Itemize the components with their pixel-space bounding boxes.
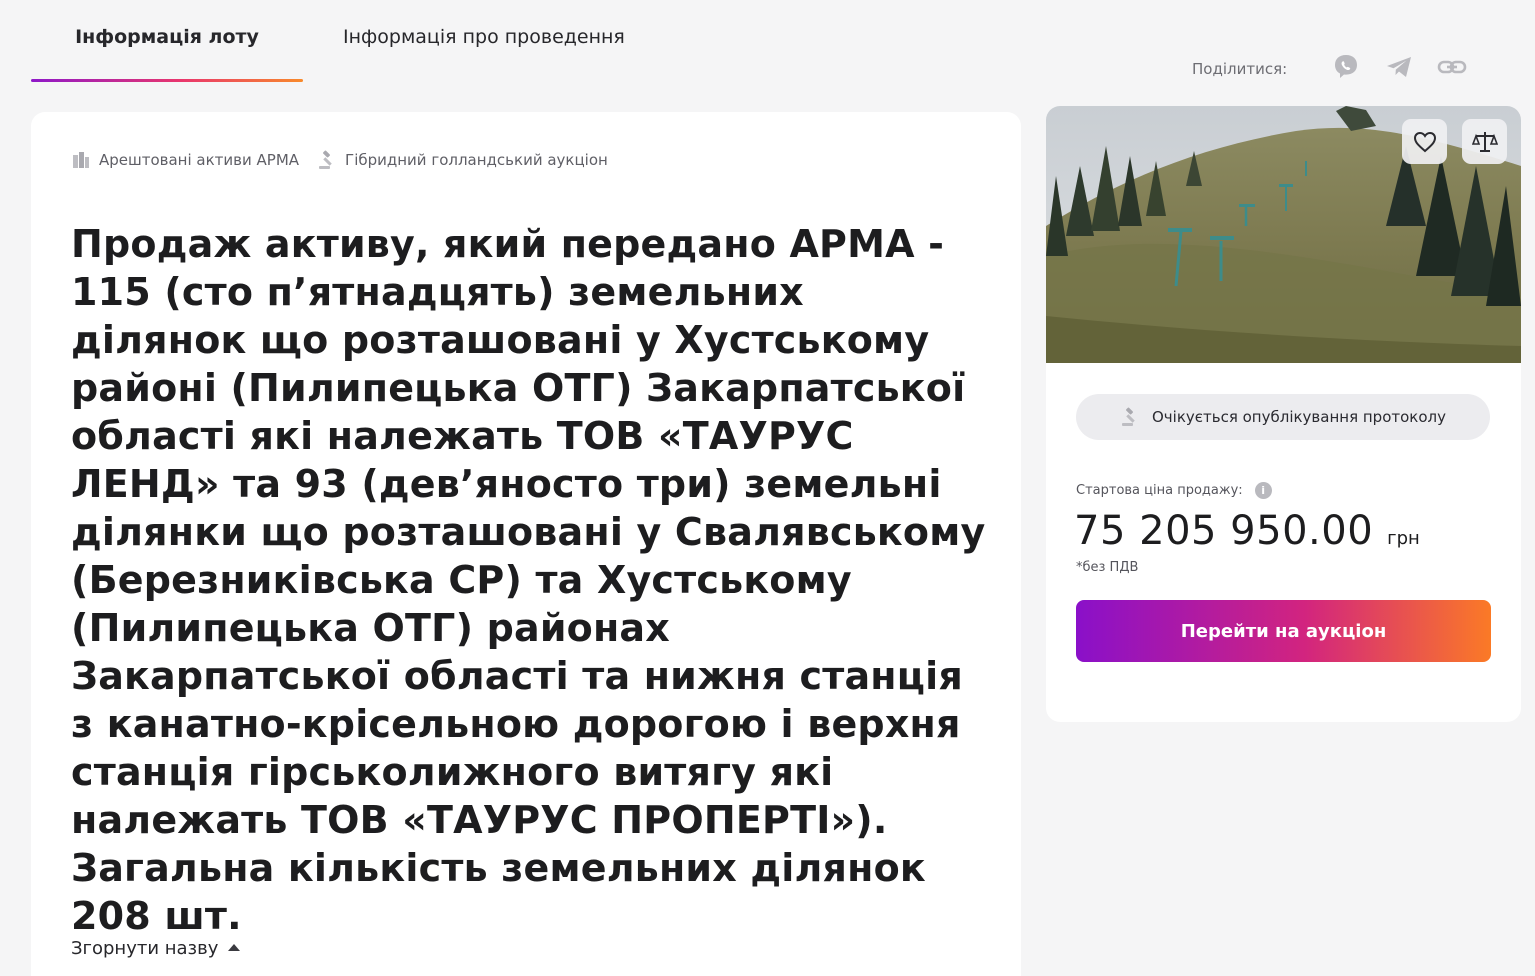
compare-button[interactable] <box>1462 119 1507 164</box>
collapse-title-label: Згорнути назву <box>71 938 219 959</box>
price-currency: грн <box>1387 528 1420 549</box>
tab-auction-info[interactable]: Інформація про проведення <box>343 0 625 82</box>
lot-meta: Арештовані активи АРМА Гібридний голланд… <box>71 150 608 170</box>
link-icon[interactable] <box>1435 50 1469 84</box>
lot-auction-type-label: Гібридний голландський аукціон <box>345 151 608 169</box>
building-icon <box>71 150 91 170</box>
heart-icon <box>1413 131 1436 152</box>
lot-photo[interactable] <box>1046 106 1521 363</box>
favorite-button[interactable] <box>1402 119 1447 164</box>
lot-info-card: Арештовані активи АРМА Гібридний голланд… <box>31 112 1021 976</box>
tab-lot-info[interactable]: Інформація лоту <box>31 0 303 82</box>
go-to-auction-button[interactable]: Перейти на аукціон <box>1076 600 1491 662</box>
status-badge: Очікується опублікування протоколу <box>1076 394 1490 440</box>
share-bar: Поділитися: <box>1192 50 1488 84</box>
price-label: Стартова ціна продажу: i <box>1076 482 1272 499</box>
gavel-icon <box>317 150 337 170</box>
lot-title: Продаж активу, який передано АРМА - 115 … <box>71 222 986 938</box>
price-label-text: Стартова ціна продажу: <box>1076 483 1243 498</box>
lot-tabs: Інформація лоту Інформація про проведенн… <box>31 0 625 82</box>
telegram-icon[interactable] <box>1382 50 1416 84</box>
viber-icon[interactable] <box>1329 50 1363 84</box>
info-icon[interactable]: i <box>1254 482 1272 499</box>
starting-price: 75 205 950.00 грн <box>1074 508 1420 554</box>
status-text: Очікується опублікування протоколу <box>1152 408 1446 426</box>
lot-category: Арештовані активи АРМА <box>71 150 299 170</box>
vat-note: *без ПДВ <box>1076 560 1139 575</box>
collapse-title-toggle[interactable]: Згорнути назву <box>71 938 241 959</box>
price-value: 75 205 950.00 <box>1074 508 1374 554</box>
chevron-up-icon <box>228 944 241 951</box>
lot-category-label: Арештовані активи АРМА <box>99 151 300 169</box>
share-label: Поділитися: <box>1192 60 1288 78</box>
gavel-icon <box>1120 407 1140 427</box>
auction-summary-card: Очікується опублікування протоколу Старт… <box>1046 106 1521 722</box>
scales-icon <box>1471 131 1498 152</box>
lot-auction-type: Гібридний голландський аукціон <box>317 150 608 170</box>
